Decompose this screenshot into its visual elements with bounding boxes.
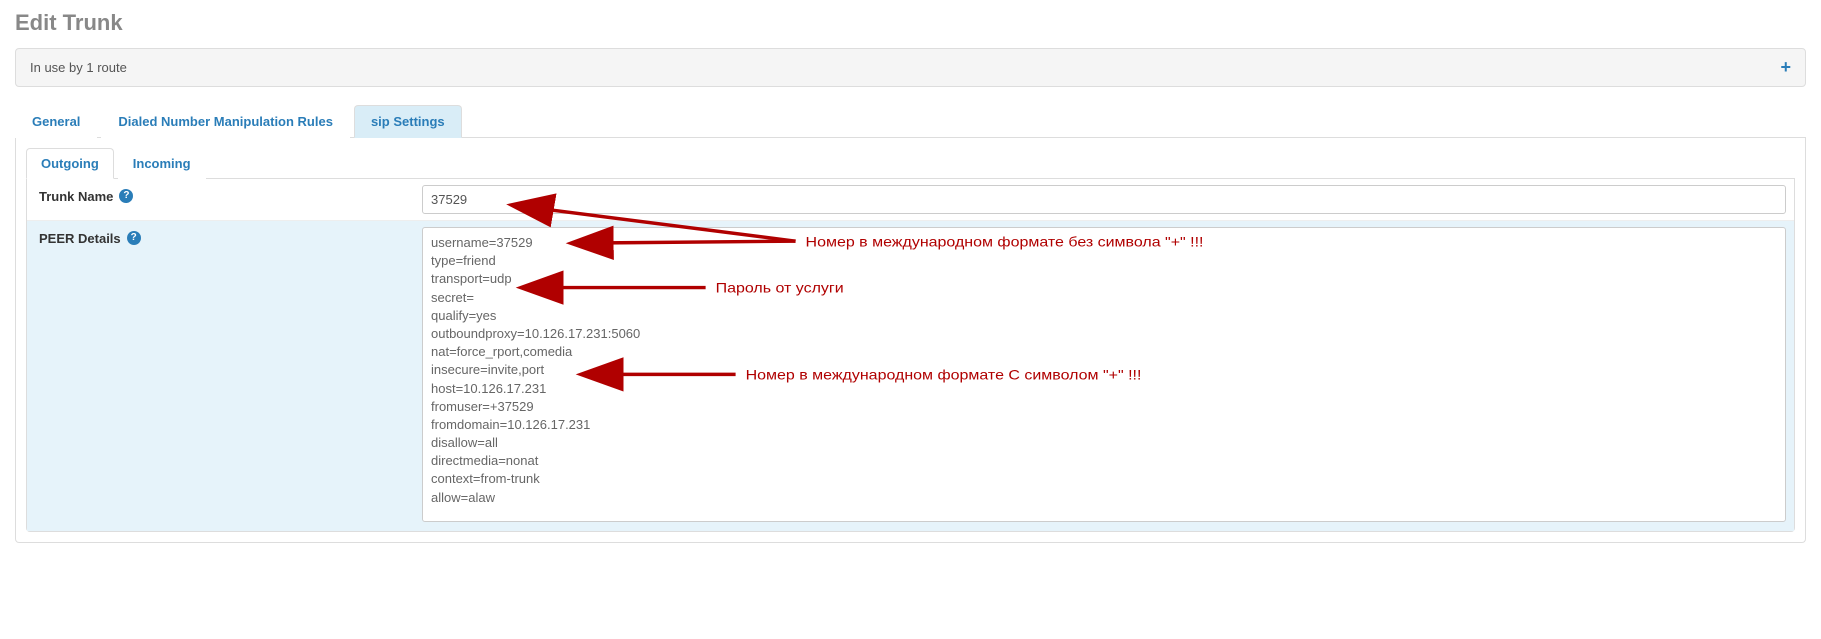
in-use-bar: In use by 1 route + xyxy=(15,48,1806,87)
outgoing-panel: Trunk Name ? PEER Details ? username=375… xyxy=(26,179,1795,532)
trunk-name-input[interactable] xyxy=(422,185,1786,214)
tab-dialed-rules[interactable]: Dialed Number Manipulation Rules xyxy=(101,105,350,138)
peer-details-label: PEER Details ? xyxy=(27,221,422,531)
page-title: Edit Trunk xyxy=(15,10,1806,36)
main-tabs: General Dialed Number Manipulation Rules… xyxy=(15,105,1806,138)
subtab-incoming[interactable]: Incoming xyxy=(118,148,206,179)
peer-details-textarea[interactable]: username=37529 type=friend transport=udp… xyxy=(422,227,1786,522)
trunk-name-label: Trunk Name ? xyxy=(27,179,422,220)
peer-details-label-text: PEER Details xyxy=(39,231,121,246)
help-icon[interactable]: ? xyxy=(127,231,141,245)
row-peer-details: PEER Details ? username=37529 type=frien… xyxy=(27,221,1794,531)
tab-general[interactable]: General xyxy=(15,105,97,138)
sip-settings-panel: Outgoing Incoming Trunk Name ? PEER Deta… xyxy=(15,138,1806,543)
add-icon[interactable]: + xyxy=(1780,57,1791,78)
row-trunk-name: Trunk Name ? xyxy=(27,179,1794,221)
trunk-name-label-text: Trunk Name xyxy=(39,189,113,204)
in-use-text: In use by 1 route xyxy=(30,60,127,75)
subtab-outgoing[interactable]: Outgoing xyxy=(26,148,114,179)
sub-tabs: Outgoing Incoming xyxy=(26,148,1795,179)
help-icon[interactable]: ? xyxy=(119,189,133,203)
tab-sip-settings[interactable]: sip Settings xyxy=(354,105,462,138)
